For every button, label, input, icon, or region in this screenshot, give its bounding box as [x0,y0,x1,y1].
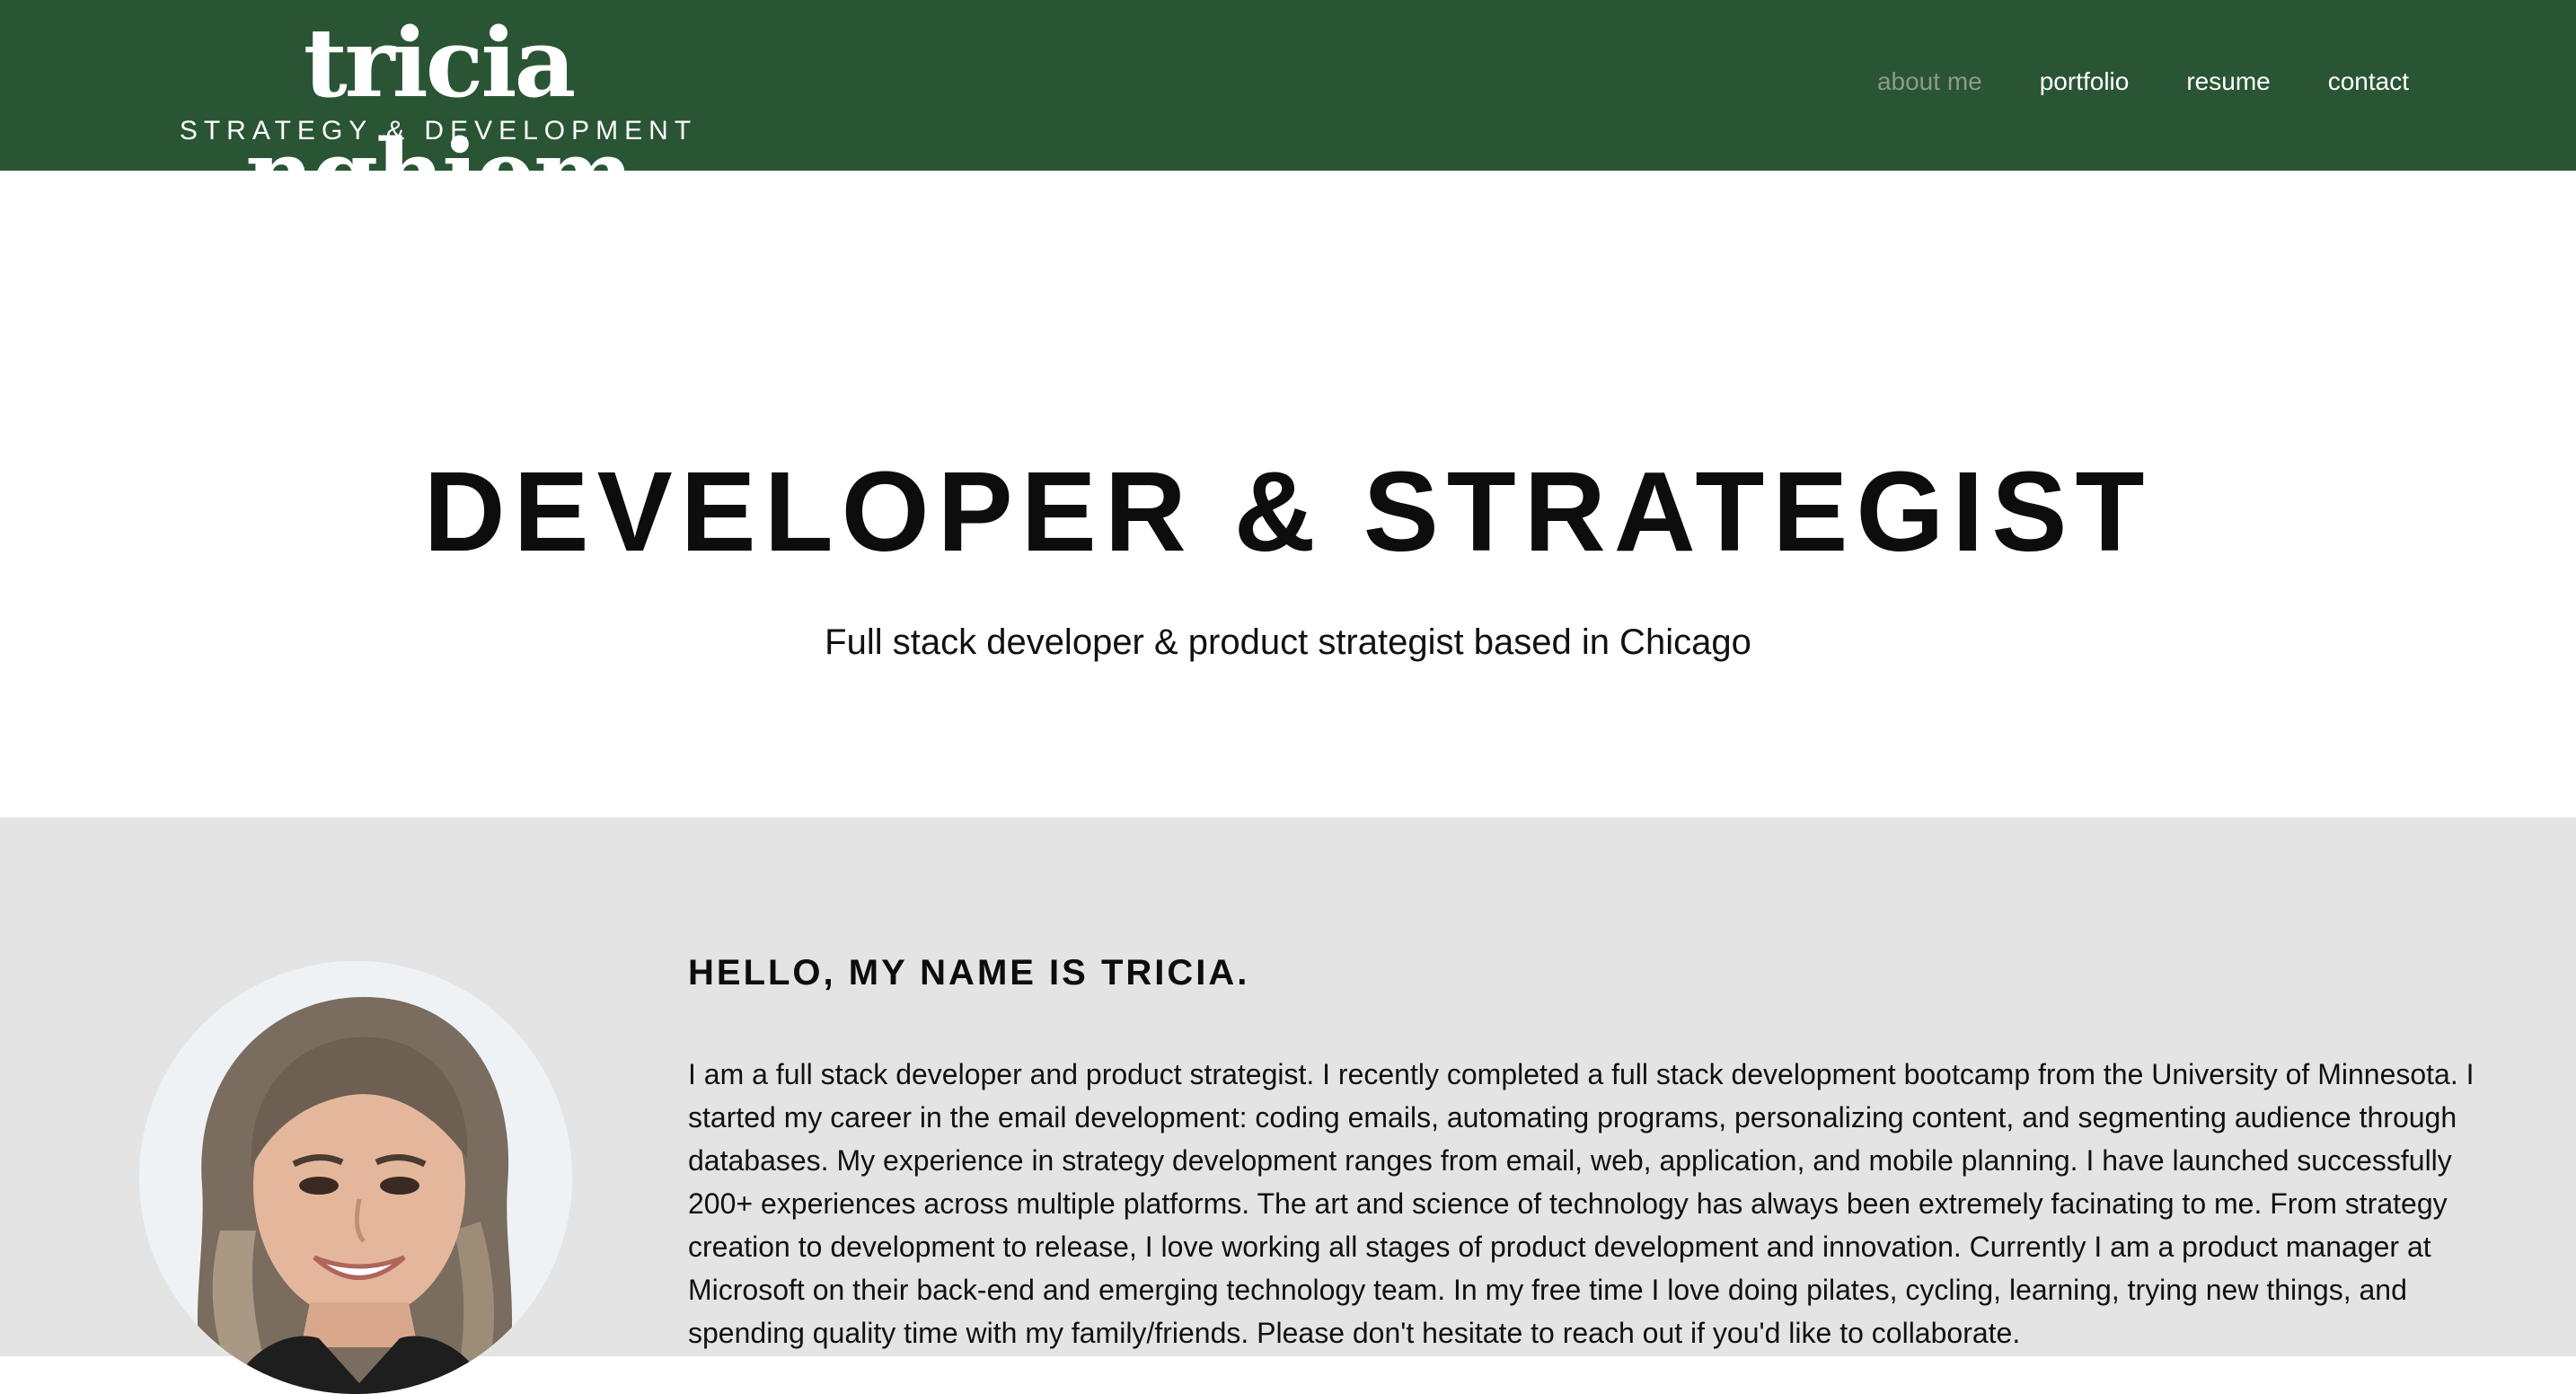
nav-portfolio[interactable]: portfolio [2040,63,2130,101]
profile-photo-image [139,961,572,1394]
hero-subtitle: Full stack developer & product strategis… [825,622,1751,662]
nav-contact[interactable]: contact [2328,63,2409,101]
about-heading: HELLO, MY NAME IS TRICIA. [688,953,1250,993]
nav-about-me[interactable]: about me [1877,63,1982,101]
about-section: HELLO, MY NAME IS TRICIA. I am a full st… [0,817,2576,1394]
site-header: tricia nghiem STRATEGY & DEVELOPMENT abo… [0,0,2576,230]
hero-title: DEVELOPER & STRATEGIST [423,448,2153,575]
logo-tagline: STRATEGY & DEVELOPMENT [179,116,698,146]
profile-photo [139,961,572,1394]
site-logo[interactable]: tricia nghiem STRATEGY & DEVELOPMENT [151,7,726,230]
hero-section: DEVELOPER & STRATEGIST Full stack develo… [0,171,2576,817]
about-body: I am a full stack developer and product … [688,1058,2475,1349]
main-nav: about me portfolio resume contact [1877,63,2409,101]
nav-resume[interactable]: resume [2186,63,2270,101]
